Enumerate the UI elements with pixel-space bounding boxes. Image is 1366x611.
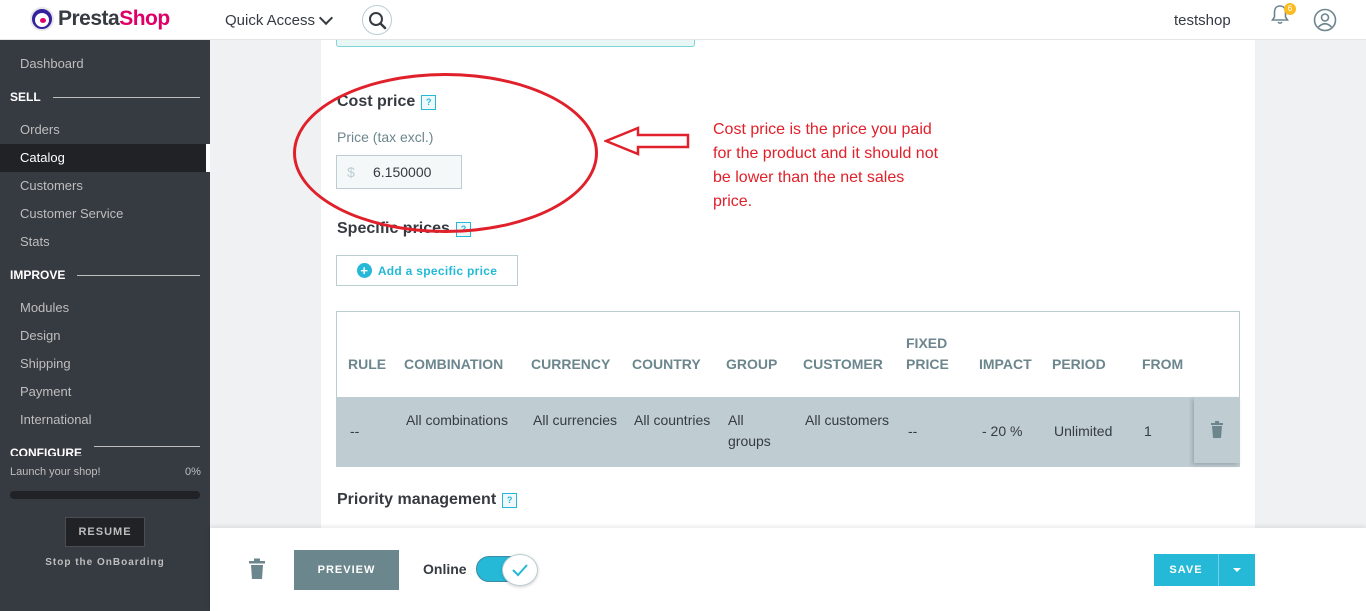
sidebar-item-catalog[interactable]: Catalog <box>0 144 210 172</box>
quick-access-label: Quick Access <box>225 12 316 29</box>
cell-group: All groups <box>728 412 771 449</box>
onboarding-progress-bar <box>10 491 200 499</box>
cell-combination: All combinations <box>406 412 508 428</box>
plus-circle-icon: + <box>356 263 372 278</box>
annotation-arrow-icon <box>604 126 690 156</box>
info-box-bottom-edge <box>336 40 695 47</box>
chevron-down-icon <box>318 10 334 25</box>
prestashop-logo-icon <box>30 7 54 31</box>
quick-access-dropdown[interactable]: Quick Access <box>225 10 334 29</box>
logo-text: PrestaShop <box>58 7 170 30</box>
column-header-impact: IMPACT <box>979 356 1032 372</box>
prestashop-logo[interactable]: PrestaShop <box>30 7 170 31</box>
trash-icon <box>1211 421 1223 438</box>
help-icon[interactable]: ? <box>502 492 518 508</box>
notification-badge: 6 <box>1284 3 1296 15</box>
delete-product-icon[interactable] <box>248 558 266 580</box>
cell-currency: All currencies <box>533 412 618 428</box>
cell-country: All countries <box>634 412 711 428</box>
save-button[interactable]: SAVE <box>1154 564 1218 576</box>
cell-period: Unlimited <box>1054 423 1113 439</box>
search-button[interactable] <box>362 5 392 35</box>
save-options-dropdown[interactable] <box>1218 554 1255 586</box>
sidebar-item-stats[interactable]: Stats <box>0 228 210 256</box>
priority-management-title: Priority management ? <box>337 491 518 509</box>
check-icon <box>512 564 528 577</box>
sidebar-section-configure: CONFIGURE <box>10 446 200 456</box>
sidebar-item-design[interactable]: Design <box>0 322 210 350</box>
sidebar-item-customers[interactable]: Customers <box>0 172 210 200</box>
toggle-knob <box>502 554 538 586</box>
sidebar-item-payment[interactable]: Payment <box>0 378 210 406</box>
annotation-text: Cost price is the price you paid for the… <box>713 121 939 210</box>
add-specific-price-button[interactable]: + Add a specific price <box>336 255 518 286</box>
column-header-customer: CUSTOMER <box>803 356 883 372</box>
sidebar-item-international[interactable]: International <box>0 406 210 434</box>
sidebar: Dashboard SELL Orders Catalog Customers … <box>0 40 210 611</box>
column-header-combination: COMBINATION <box>404 356 504 372</box>
column-header-rule: RULE <box>348 356 387 372</box>
caret-down-icon <box>1233 568 1241 572</box>
preview-button[interactable]: PREVIEW <box>294 550 399 590</box>
shop-name-link[interactable]: testshop <box>1174 12 1231 29</box>
annotation-ellipse <box>293 73 598 233</box>
online-label: Online <box>423 561 467 577</box>
cell-customer: All customers <box>805 412 890 428</box>
sidebar-item-orders[interactable]: Orders <box>0 116 210 144</box>
delete-specific-price-button[interactable] <box>1194 397 1240 463</box>
user-account-icon[interactable] <box>1313 8 1337 32</box>
cell-fixed-price: -- <box>908 423 918 439</box>
column-header-currency: CURRENCY <box>531 356 611 372</box>
column-header-country: COUNTRY <box>632 356 701 372</box>
column-header-fixed-price: FIXED PRICE <box>906 335 949 372</box>
onboarding-percent: 0% <box>185 466 201 478</box>
save-button-group: SAVE <box>1154 554 1255 586</box>
top-header: PrestaShop Quick Access testshop 6 <box>0 0 1366 40</box>
onboarding-label: Launch your shop! <box>10 466 101 478</box>
column-header-period: PERIOD <box>1052 356 1106 372</box>
stop-onboarding-link[interactable]: Stop the OnBoarding <box>0 557 210 568</box>
cell-impact: - 20 % <box>982 423 1023 439</box>
sidebar-item-dashboard[interactable]: Dashboard <box>0 50 210 78</box>
sidebar-section-improve: IMPROVE <box>10 268 200 282</box>
search-icon <box>369 12 387 30</box>
sidebar-section-sell: SELL <box>10 90 200 104</box>
sidebar-item-shipping[interactable]: Shipping <box>0 350 210 378</box>
cell-from: 1 <box>1144 423 1152 439</box>
online-toggle[interactable] <box>475 554 539 586</box>
sidebar-item-customer-service[interactable]: Customer Service <box>0 200 210 228</box>
sidebar-item-modules[interactable]: Modules <box>0 294 210 322</box>
resume-onboarding-button[interactable]: RESUME <box>65 517 145 547</box>
cell-rule: -- <box>350 423 360 439</box>
column-header-group: GROUP <box>726 356 778 372</box>
column-header-from: FROM <box>1142 356 1184 372</box>
